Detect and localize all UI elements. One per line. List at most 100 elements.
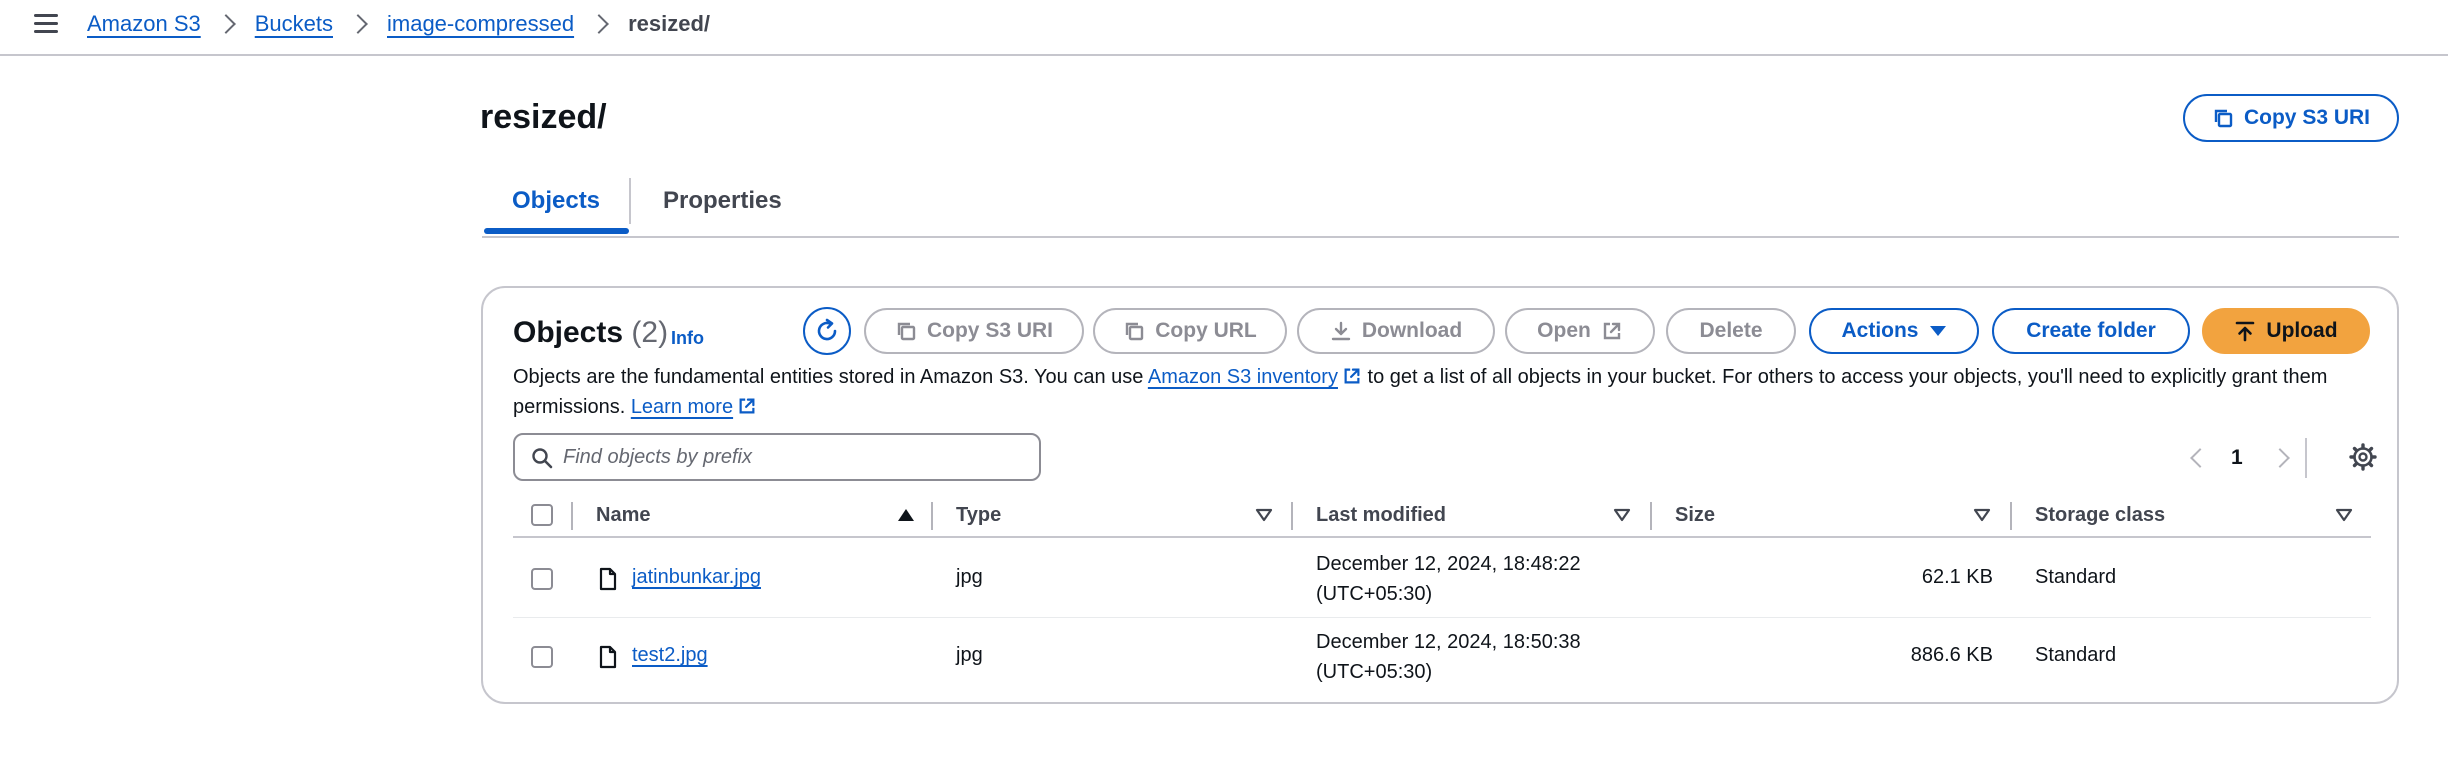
- search-field: [513, 433, 1041, 481]
- delete-button[interactable]: Delete: [1666, 308, 1796, 354]
- create-folder-button[interactable]: Create folder: [1992, 308, 2190, 354]
- file-icon: [599, 567, 617, 591]
- object-size: 62.1 KB: [1921, 566, 1993, 588]
- actions-dropdown[interactable]: Actions: [1809, 308, 1979, 354]
- object-name-link[interactable]: jatinbunkar.jpg: [632, 566, 761, 589]
- tab-bar: Objects Properties: [482, 172, 2399, 238]
- download-label: Download: [1361, 319, 1463, 342]
- external-link-icon: [1344, 368, 1360, 384]
- active-tab-indicator: [484, 228, 629, 234]
- object-last-modified: December 12, 2024, 18:48:22 (UTC+05:30): [1316, 549, 1581, 609]
- copy-icon: [1126, 322, 1144, 341]
- column-separator: [571, 502, 573, 530]
- table-row: jatinbunkar.jpg jpg December 12, 2024, 1…: [513, 540, 2371, 618]
- file-icon: [599, 645, 617, 669]
- refresh-icon: [817, 318, 837, 341]
- external-link-icon: [739, 398, 755, 414]
- s3-inventory-link[interactable]: Amazon S3 inventory: [1148, 366, 1362, 388]
- chevron-left-icon[interactable]: [2190, 448, 2210, 468]
- learn-more-link[interactable]: Learn more: [631, 396, 757, 418]
- column-separator: [1291, 502, 1293, 530]
- external-link-icon: [1603, 322, 1621, 340]
- column-header-last-modified[interactable]: Last modified: [1316, 504, 1446, 527]
- gear-icon[interactable]: [2348, 442, 2378, 472]
- objects-heading: Objects (2): [513, 316, 668, 350]
- breadcrumb-current: resized/: [628, 11, 711, 36]
- copy-s3-uri-label: Copy S3 URI: [926, 319, 1054, 342]
- copy-s3-uri-button[interactable]: Copy S3 URI: [864, 308, 1084, 354]
- chevron-right-icon: [589, 14, 609, 34]
- pagination-divider: [2304, 438, 2307, 478]
- column-separator: [931, 502, 933, 530]
- copy-s3-uri-label: Copy S3 URI: [2243, 106, 2371, 129]
- column-header-size[interactable]: Size: [1675, 504, 1715, 527]
- pagination: 1: [2183, 438, 2307, 478]
- copy-url-label: Copy URL: [1155, 319, 1257, 342]
- object-name-link[interactable]: test2.jpg: [632, 644, 708, 667]
- sort-icon[interactable]: [1255, 508, 1273, 522]
- download-button[interactable]: Download: [1297, 308, 1495, 354]
- column-header-type[interactable]: Type: [956, 504, 1001, 527]
- row-checkbox[interactable]: [531, 568, 553, 590]
- table-row: test2.jpg jpg December 12, 2024, 18:50:3…: [513, 618, 2371, 696]
- download-icon: [1331, 321, 1351, 341]
- object-storage-class: Standard: [2035, 566, 2117, 588]
- copy-icon: [897, 322, 916, 341]
- object-type: jpg: [956, 644, 983, 666]
- page-title: resized/: [480, 98, 607, 136]
- object-size: 886.6 KB: [1910, 644, 1993, 666]
- upload-label: Upload: [2266, 319, 2338, 342]
- table-header: Name Type Last modified Size Storage cla…: [513, 498, 2371, 538]
- refresh-button[interactable]: [803, 307, 851, 355]
- actions-label: Actions: [1841, 319, 1919, 342]
- objects-count: (2): [631, 316, 669, 349]
- chevron-right-icon: [348, 14, 368, 34]
- object-storage-class: Standard: [2035, 644, 2117, 666]
- info-link[interactable]: Info: [671, 328, 704, 349]
- s3-inventory-link-label: Amazon S3 inventory: [1147, 366, 1338, 388]
- select-all-checkbox[interactable]: [531, 504, 553, 526]
- create-folder-label: Create folder: [2026, 319, 2156, 342]
- tab-objects[interactable]: Objects: [512, 187, 600, 215]
- search-input[interactable]: [563, 445, 1023, 469]
- object-type: jpg: [956, 566, 983, 588]
- breadcrumb-amazon-s3[interactable]: Amazon S3: [87, 11, 201, 37]
- last-modified-timezone: (UTC+05:30): [1316, 583, 1433, 605]
- breadcrumb-bucket[interactable]: image-compressed: [387, 11, 574, 37]
- copy-url-button[interactable]: Copy URL: [1093, 308, 1287, 354]
- copy-s3-uri-button[interactable]: Copy S3 URI: [2183, 94, 2399, 142]
- search-icon: [532, 448, 553, 469]
- open-button[interactable]: Open: [1505, 308, 1655, 354]
- objects-heading-title: Objects: [513, 316, 624, 349]
- object-last-modified: December 12, 2024, 18:50:38 (UTC+05:30): [1316, 627, 1581, 687]
- chevron-right-icon[interactable]: [2269, 448, 2290, 468]
- description-text-1: Objects are the fundamental entities sto…: [513, 366, 1148, 388]
- chevron-right-icon: [215, 14, 236, 34]
- column-header-name[interactable]: Name: [596, 504, 650, 527]
- open-label: Open: [1537, 319, 1591, 342]
- delete-label: Delete: [1699, 319, 1763, 342]
- page-number[interactable]: 1: [2231, 446, 2243, 470]
- upload-button[interactable]: Upload: [2202, 308, 2370, 354]
- breadcrumb: Amazon S3 Buckets image-compressed resiz…: [87, 11, 710, 37]
- copy-icon: [2214, 109, 2233, 128]
- sort-ascending-icon[interactable]: [897, 508, 915, 522]
- caret-down-icon: [1929, 326, 1946, 336]
- learn-more-link-label: Learn more: [630, 396, 734, 418]
- top-navigation-bar: Amazon S3 Buckets image-compressed resiz…: [0, 0, 2448, 56]
- objects-panel: Objects (2) Info Copy S3 URI Copy URL Do…: [481, 286, 2399, 704]
- breadcrumb-buckets[interactable]: Buckets: [255, 11, 333, 37]
- sort-icon[interactable]: [1973, 508, 1991, 522]
- row-checkbox[interactable]: [531, 646, 553, 668]
- last-modified-date: December 12, 2024, 18:50:38: [1316, 631, 1581, 653]
- column-separator: [1650, 502, 1652, 530]
- column-header-storage-class[interactable]: Storage class: [2035, 504, 2165, 527]
- tab-properties[interactable]: Properties: [663, 187, 782, 215]
- tab-divider: [629, 178, 631, 224]
- sort-icon[interactable]: [1613, 508, 1631, 522]
- last-modified-timezone: (UTC+05:30): [1316, 661, 1433, 683]
- upload-icon: [2236, 321, 2255, 342]
- menu-icon[interactable]: [34, 14, 58, 36]
- column-separator: [2010, 502, 2012, 530]
- sort-icon[interactable]: [2335, 508, 2353, 522]
